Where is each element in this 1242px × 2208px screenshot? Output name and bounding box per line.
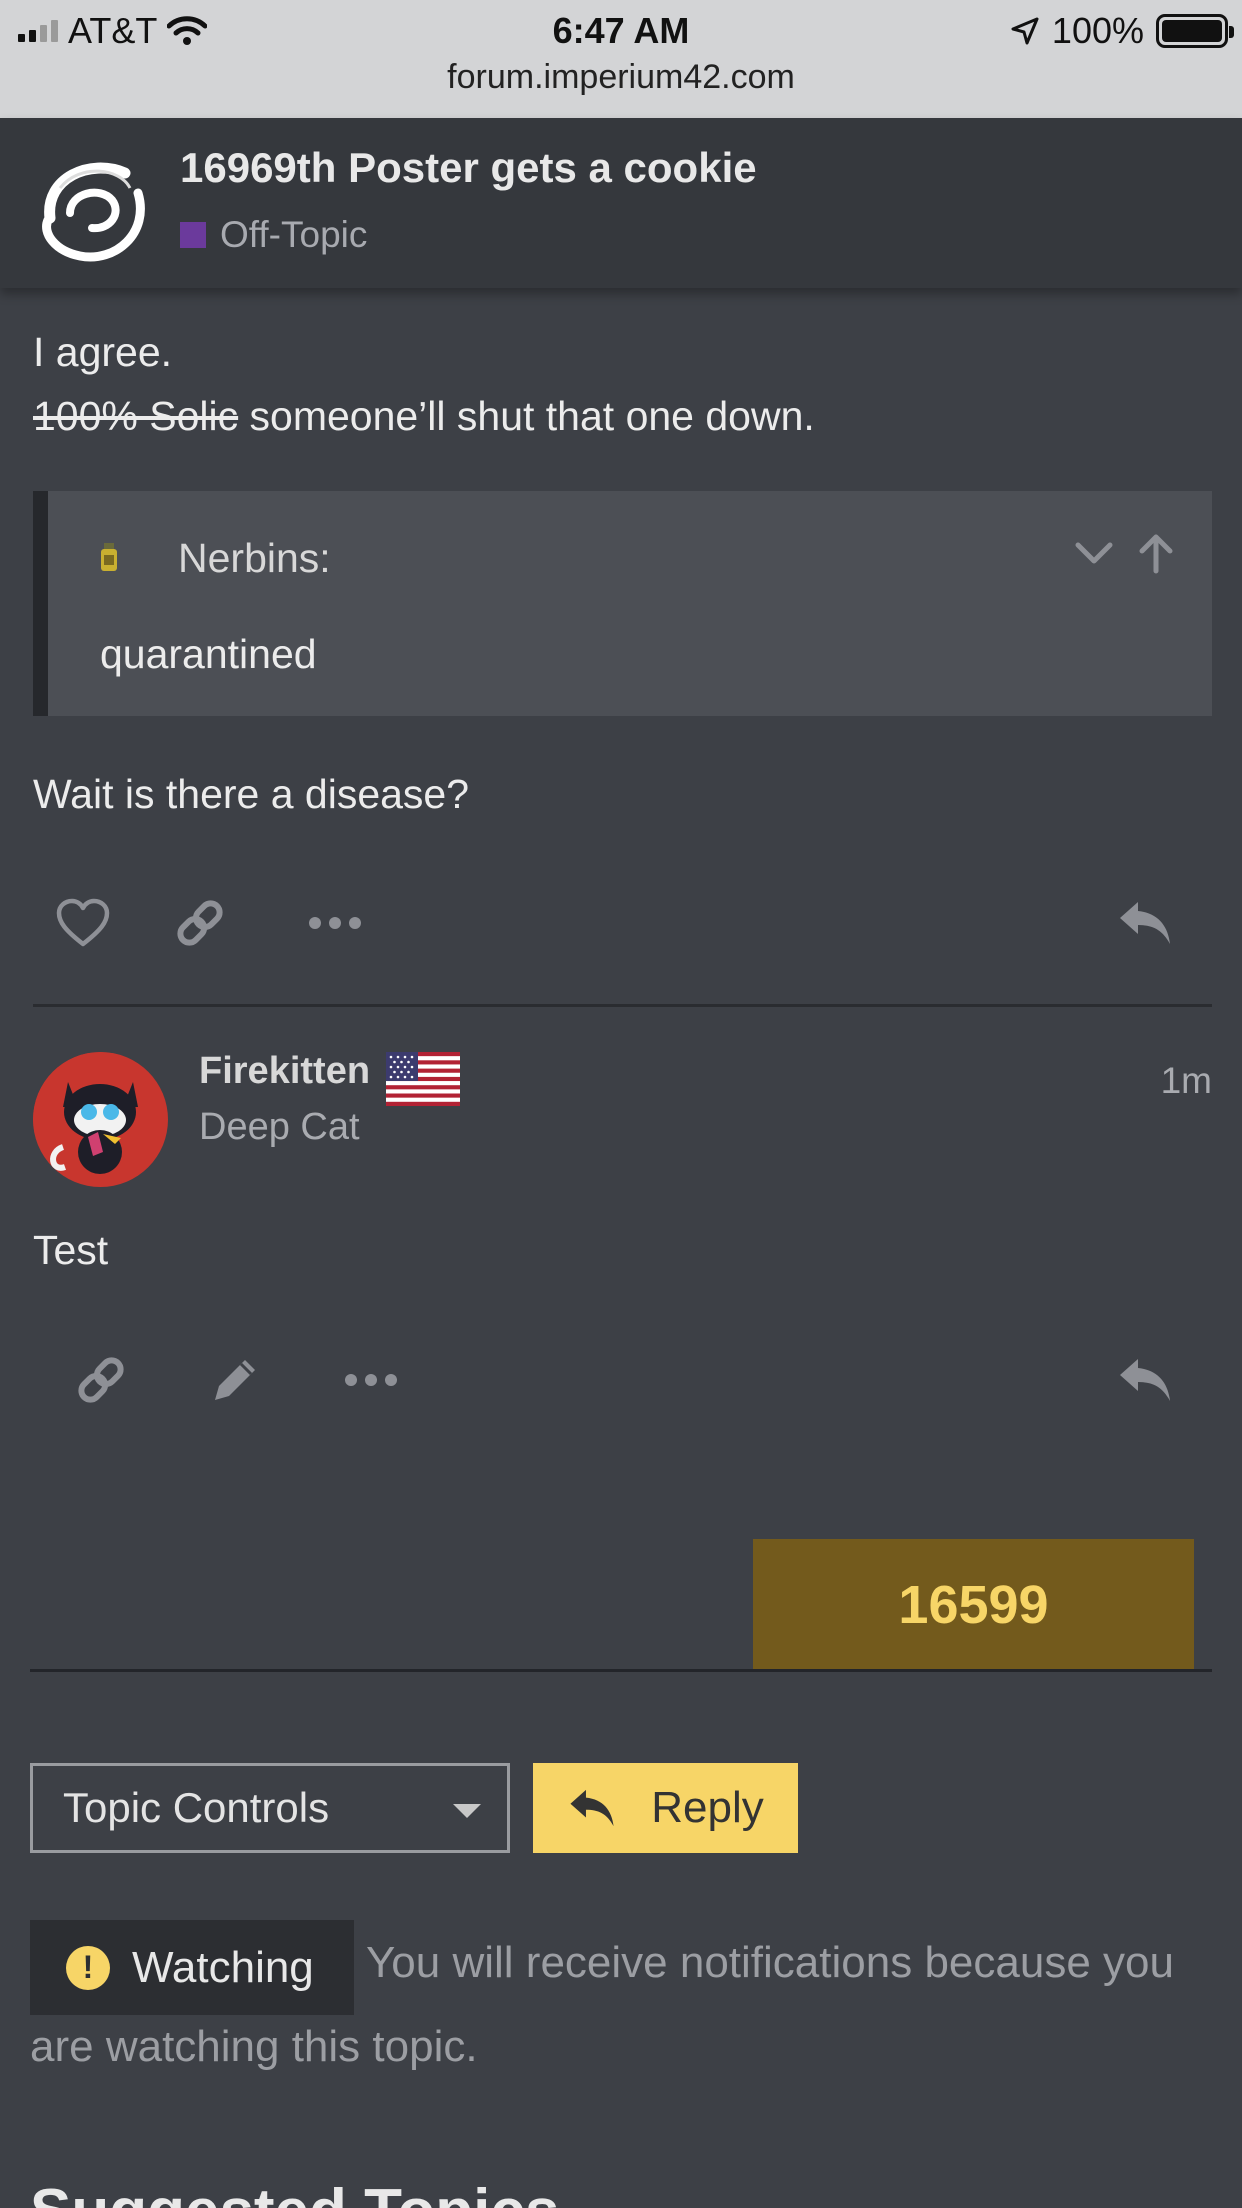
category-label: Off-Topic [220,214,368,255]
exclamation-icon: ! [66,1945,110,1990]
notification-description: are watching this topic. [30,2022,478,2071]
link-icon [177,900,223,946]
link-icon [78,1357,124,1403]
quote-text: quarantined [100,631,317,677]
post-body-line: 100% Solic someone’ll shut that one down… [33,384,815,448]
post-text-rest: someone’ll shut that one down. [238,393,815,439]
share-link-button[interactable] [66,1345,136,1415]
ellipsis-icon [345,1374,397,1386]
topic-end-divider [30,1669,1212,1672]
reply-post-button[interactable] [1110,888,1180,958]
pencil-icon [215,1360,255,1400]
quote-avatar [101,543,117,571]
post-counter: 16599 [753,1539,1194,1670]
post-timestamp[interactable]: 1m [1161,1060,1212,1102]
us-flag-icon [386,1052,460,1106]
topic-header: 16969th Poster gets a cookie Off-Topic [0,118,1242,288]
post-username[interactable]: Firekitten [199,1050,370,1093]
cat-avatar-image [33,1052,167,1186]
topic-controls-label: Topic Controls [63,1784,330,1831]
post-body-line: Wait is there a disease? [33,771,470,817]
share-link-button[interactable] [165,888,235,958]
quote-author[interactable]: Nerbins: [178,535,331,582]
suggested-topics-heading: Suggested Topics [30,2176,559,2208]
status-bar-right: 100% [1010,10,1234,52]
post-divider [33,1004,1212,1007]
reply-post-button[interactable] [1110,1345,1180,1415]
struck-text: 100% Solic [33,393,239,439]
reply-icon [1120,1359,1170,1401]
user-title: Deep Cat [199,1106,360,1148]
reply-button[interactable]: Reply [533,1763,798,1853]
location-arrow-icon [1011,17,1039,45]
quote-controls [1072,531,1178,575]
battery-percent: 100% [1051,10,1144,51]
post-body-line: Test [33,1227,109,1273]
ellipsis-icon [309,917,361,929]
post-body-line: I agree. [33,329,173,375]
category-badge[interactable]: Off-Topic [180,214,367,256]
reply-button-label: Reply [651,1783,764,1832]
topic-title[interactable]: 16969th Poster gets a cookie [180,144,757,192]
counter-value: 16599 [898,1574,1049,1635]
reply-icon [1120,902,1170,944]
edit-post-button[interactable] [200,1345,270,1415]
site-logo[interactable] [30,148,156,274]
avatar[interactable] [33,1052,168,1187]
more-actions-button[interactable] [300,888,370,958]
url-bar[interactable]: forum.imperium42.com [0,58,1242,97]
chevron-down-icon[interactable] [1072,531,1116,575]
arrow-up-icon[interactable] [1134,531,1178,575]
status-bar: AT&T 6:47 AM 100% forum.imperium42.com [0,0,1242,118]
quote-block: Nerbins: quarantined [33,491,1212,716]
category-color-swatch [180,222,206,248]
heart-icon [56,898,110,947]
more-actions-button[interactable] [336,1345,406,1415]
dropdown-caret-icon [453,1804,481,1818]
topic-controls-dropdown[interactable]: Topic Controls [30,1763,510,1853]
battery-icon [1156,14,1234,48]
notification-description: You will receive notifications because y… [366,1938,1174,1987]
notification-level-label: Watching [132,1942,314,1992]
reply-icon [570,1789,614,1827]
notification-level-button[interactable]: ! Watching [30,1920,354,2015]
like-button[interactable] [48,888,118,958]
